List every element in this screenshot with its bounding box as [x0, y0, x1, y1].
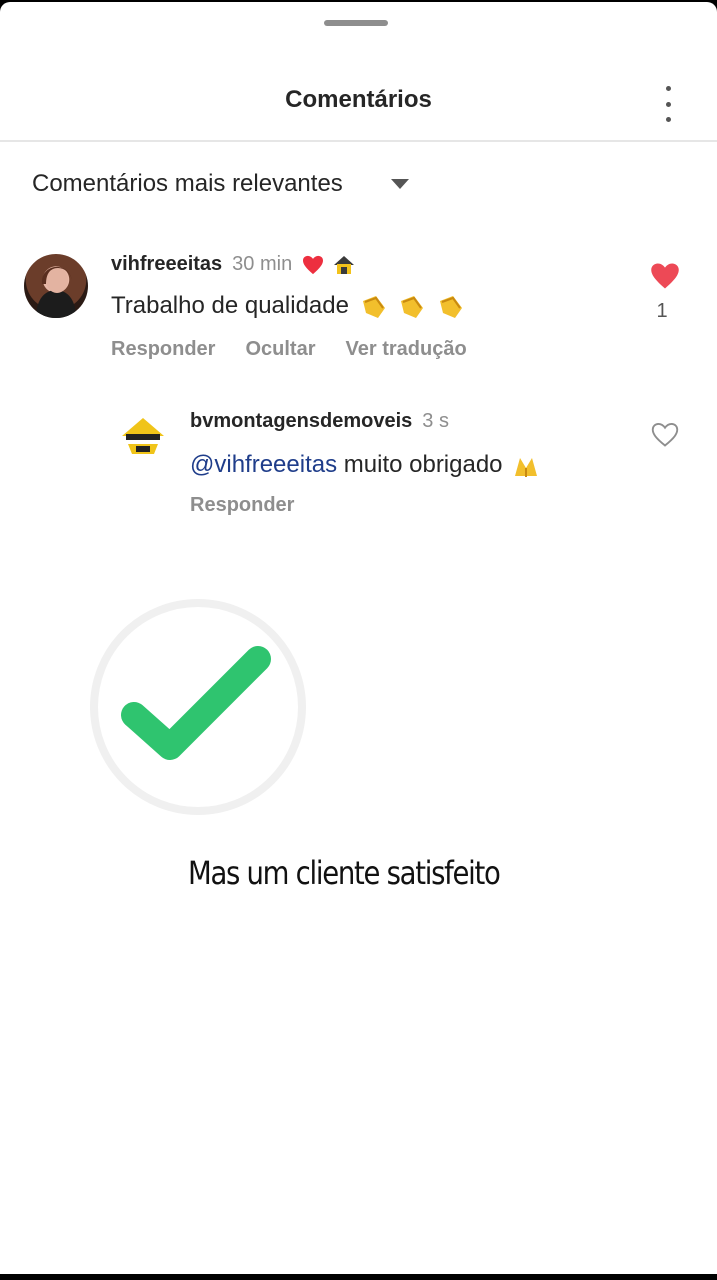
- reply-button[interactable]: Responder: [190, 494, 294, 517]
- more-options-button[interactable]: [654, 86, 682, 122]
- drag-handle[interactable]: [324, 20, 388, 26]
- heart-outline-icon[interactable]: [651, 422, 679, 448]
- comments-sheet: Comentários Comentários mais relevantes …: [0, 2, 717, 1274]
- reply-actions: Responder: [190, 494, 324, 517]
- heart-icon: [303, 255, 324, 274]
- reply-header: bvmontagensdemoveis 3 s: [190, 410, 449, 433]
- praying-hands-icon: [515, 457, 538, 477]
- sort-dropdown[interactable]: Comentários mais relevantes: [32, 170, 409, 198]
- reply-button[interactable]: Responder: [111, 338, 215, 361]
- comment-time: 30 min: [232, 253, 293, 275]
- comment-header: vihfreeeitas 30 min: [111, 253, 356, 276]
- hide-button[interactable]: Ocultar: [245, 338, 315, 361]
- check-icon: [90, 599, 306, 815]
- avatar[interactable]: [116, 410, 170, 464]
- clap-icon: [362, 295, 385, 318]
- house-icon: [334, 255, 355, 274]
- clap-icon: [439, 295, 462, 318]
- clap-icon: [401, 295, 424, 318]
- avatar[interactable]: [24, 254, 88, 318]
- comment-username[interactable]: vihfreeeitas: [111, 253, 222, 276]
- chevron-down-icon: [390, 179, 409, 189]
- translate-button[interactable]: Ver tradução: [346, 338, 467, 361]
- sheet-title: Comentários: [285, 86, 432, 113]
- comment-actions: Responder Ocultar Ver tradução: [111, 338, 497, 361]
- reply-text-row: @vihfreeeitas muito obrigado: [190, 451, 541, 480]
- reply-username[interactable]: bvmontagensdemoveis: [190, 410, 412, 433]
- caption-text: Mas um cliente satisfeito: [188, 854, 501, 892]
- mention-link[interactable]: @vihfreeeitas: [190, 451, 337, 478]
- comment-text-row: Trabalho de qualidade: [111, 292, 465, 321]
- comment-text: Trabalho de qualidade: [111, 292, 349, 319]
- reply-text: muito obrigado: [343, 451, 503, 478]
- sort-label: Comentários mais relevantes: [32, 170, 343, 197]
- more-icon: [665, 86, 671, 91]
- reply-time: 3 s: [422, 410, 449, 432]
- heart-icon[interactable]: [650, 262, 680, 290]
- header-divider: [0, 140, 717, 142]
- like-count: 1: [656, 300, 668, 322]
